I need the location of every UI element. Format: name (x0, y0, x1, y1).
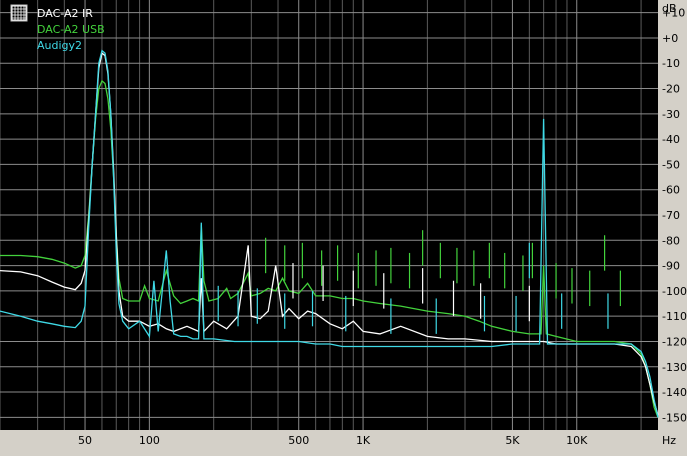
y-tick-label: -20 (662, 83, 680, 96)
legend-item-dac-a2-ir: DAC-A2 IR (37, 7, 93, 20)
legend-item-audigy2: Audigy2 (37, 39, 82, 52)
y-tick-label: -100 (662, 285, 687, 298)
y-tick-label: -150 (662, 411, 687, 424)
y-tick-label: -50 (662, 158, 680, 171)
y-tick-label: +0 (662, 32, 678, 45)
y-tick-label: -80 (662, 234, 680, 247)
y-tick-label: -110 (662, 310, 687, 323)
spectrum-plot: 50 100 500 1K 5K 10K +10+0-10-20-30-40-50-60-… (0, 0, 687, 451)
y-tick-label: -70 (662, 209, 680, 222)
x-tick-label: 5K (505, 434, 520, 447)
spectrum-chart: 50 100 500 1K 5K 10K +10 +0 -10 -20 -30 -40 -50 -60-… (0, 0, 687, 451)
y-tick-label: -140 (662, 386, 687, 399)
y-tick-label: -60 (662, 184, 680, 197)
x-tick-label: 10K (566, 434, 588, 447)
x-unit-label: Hz (662, 434, 676, 447)
y-tick-label: -30 (662, 108, 680, 121)
y-tick-label: -130 (662, 361, 687, 374)
grid-icon[interactable] (10, 4, 28, 22)
x-tick-label: 100 (139, 434, 160, 447)
y-tick-label: -10 (662, 57, 680, 70)
y-unit-label: dB (662, 2, 677, 15)
x-tick-label: 1K (356, 434, 371, 447)
x-tick-label: 500 (288, 434, 309, 447)
y-tick-label: -90 (662, 260, 680, 273)
y-tick-label: -120 (662, 335, 687, 348)
x-tick-label: 50 (78, 434, 92, 447)
legend-item-dac-a2-usb: DAC-A2 USB (37, 23, 105, 36)
y-tick-label: -40 (662, 133, 680, 146)
